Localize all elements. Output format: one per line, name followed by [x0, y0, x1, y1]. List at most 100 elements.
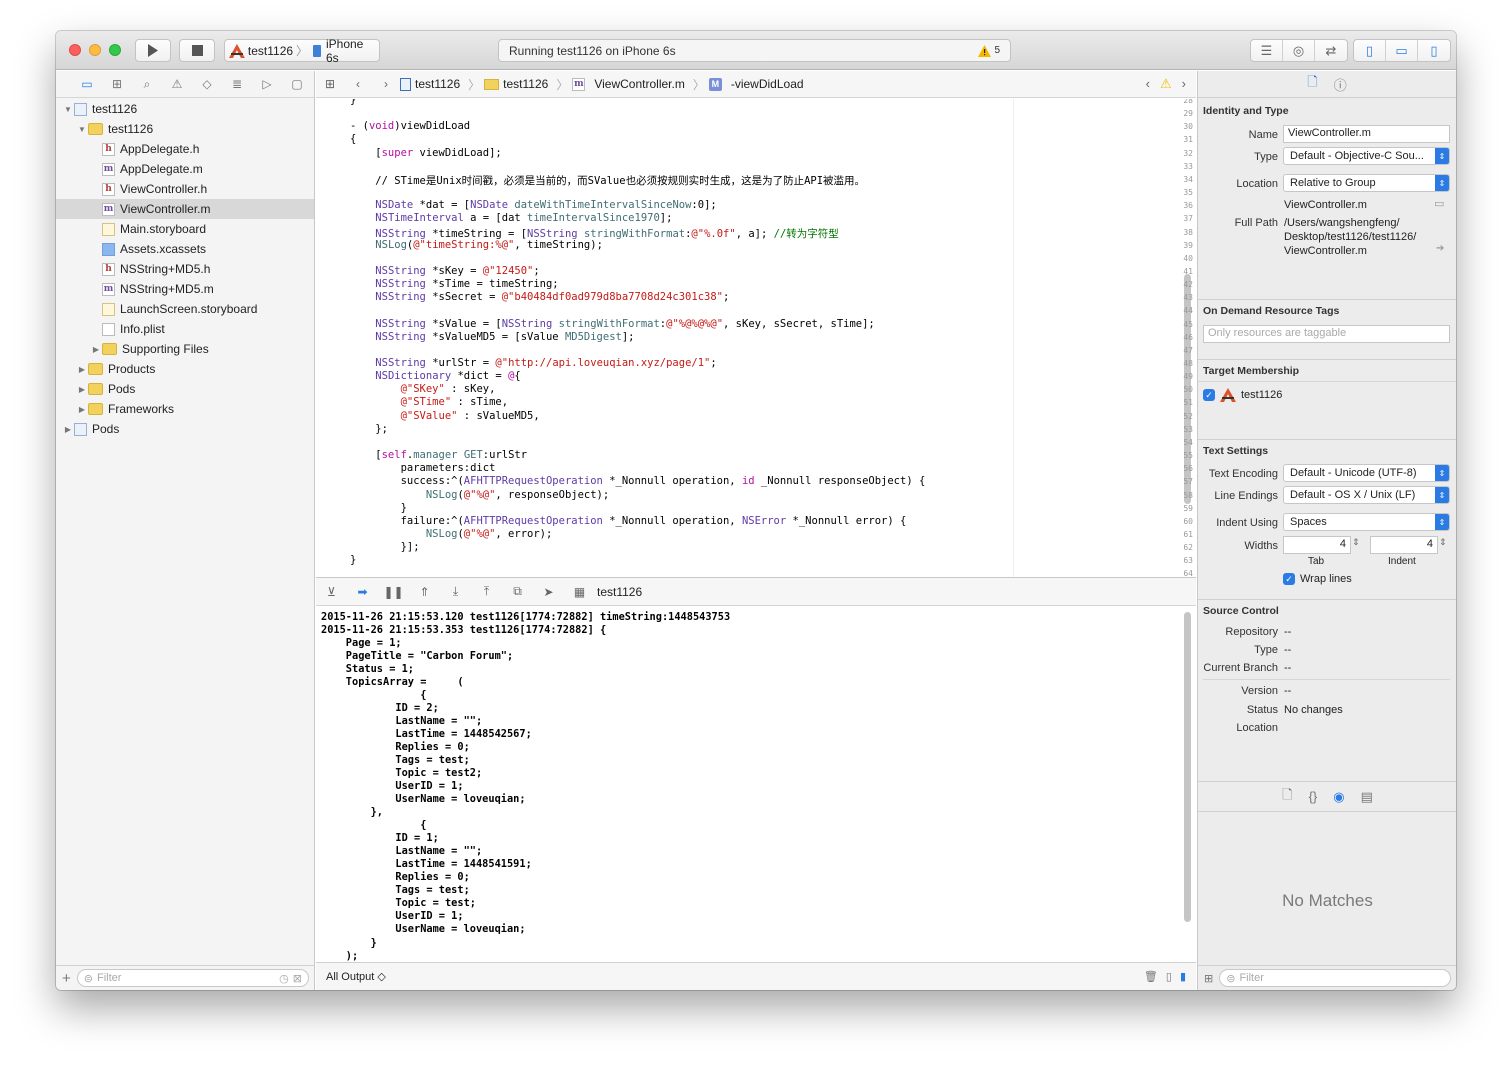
warning-icon[interactable]: ⚠	[1160, 76, 1172, 92]
file-tree-row[interactable]: Assets.xcassets	[56, 239, 314, 259]
indent-width-field[interactable]: 4	[1370, 536, 1438, 554]
grid-view-icon[interactable]: ⊞	[1204, 972, 1213, 985]
add-file-plus-icon[interactable]: +	[62, 970, 71, 987]
disclosure-open-icon[interactable]: ▼	[62, 105, 74, 114]
wrap-lines-row[interactable]: ✓ Wrap lines	[1283, 573, 1352, 585]
test-navigator-icon[interactable]: ◇	[192, 77, 222, 91]
trash-icon[interactable]: 🗑	[1144, 970, 1158, 983]
checkbox-checked-icon[interactable]: ✓	[1203, 389, 1215, 401]
console-output[interactable]: 2015-11-26 21:15:53.120 test1126[1774:72…	[316, 607, 1196, 962]
file-tree-row[interactable]: Info.plist	[56, 319, 314, 339]
file-tree-row[interactable]: ▼ test1126	[56, 99, 314, 119]
disclosure-closed-icon[interactable]: ▶	[76, 405, 88, 414]
breakpoint-navigator-icon[interactable]: ▷	[252, 77, 282, 91]
name-field[interactable]: ViewController.m	[1283, 125, 1450, 143]
file-tree-row[interactable]: ▶ Supporting Files	[56, 339, 314, 359]
toggle-debug-area-icon[interactable]: ▭	[1386, 40, 1418, 61]
toggle-navigator-icon[interactable]: ▯	[1354, 40, 1386, 61]
library-filter-field[interactable]: ⊜ Filter	[1219, 969, 1451, 987]
minimize-window-button[interactable]	[89, 44, 101, 56]
recent-files-clock-icon[interactable]: ◷	[279, 972, 289, 985]
pause-icon[interactable]: ❚❚	[378, 585, 409, 599]
code-snippet-library-icon[interactable]: {}	[1309, 789, 1318, 804]
warnings-indicator[interactable]: 5	[978, 44, 1000, 57]
file-tree-row[interactable]: LaunchScreen.storyboard	[56, 299, 314, 319]
tab-stepper-icon[interactable]: ⇕	[1352, 537, 1360, 548]
disclosure-closed-icon[interactable]: ▶	[62, 425, 74, 434]
type-popup[interactable]: Default - Objective-C Sou... ⇕	[1283, 147, 1450, 165]
file-tree-row[interactable]: ▶ Pods	[56, 419, 314, 439]
file-template-library-icon[interactable]: 🗋	[1282, 786, 1292, 808]
line-endings-popup[interactable]: Default - OS X / Unix (LF) ⇕	[1283, 486, 1450, 504]
file-tree-row[interactable]: h NSString+MD5.h	[56, 259, 314, 279]
variables-view-toggle-icon[interactable]: ▯	[1166, 970, 1172, 983]
symbol-navigator-icon[interactable]: ⊞	[102, 77, 132, 91]
file-tree-row[interactable]: h ViewController.h	[56, 179, 314, 199]
source-code-editor[interactable]: 28} 29 30 - (void)viewDidLoad 31 {32 [super v…	[316, 99, 1196, 577]
related-items-grid-icon[interactable]: ⊞	[316, 77, 344, 91]
indent-using-popup[interactable]: Spaces ⇕	[1283, 513, 1450, 531]
view-debugger-icon[interactable]: ⧉	[502, 584, 533, 599]
disclosure-closed-icon[interactable]: ▶	[76, 385, 88, 394]
file-tree-row[interactable]: ▶ Products	[56, 359, 314, 379]
debug-navigator-icon[interactable]: ≣	[222, 77, 252, 91]
report-navigator-icon[interactable]: ▢	[282, 77, 312, 91]
branch-label: Current Branch	[1203, 662, 1278, 674]
output-selector[interactable]: All Output ◇	[326, 970, 386, 983]
file-tree-row[interactable]: m NSString+MD5.m	[56, 279, 314, 299]
breadcrumb-group[interactable]: test1126	[484, 77, 548, 91]
file-tree-row[interactable]: Main.storyboard	[56, 219, 314, 239]
previous-issue-chevron-icon[interactable]: ‹	[1146, 76, 1150, 92]
toggle-utilities-icon[interactable]: ▯	[1418, 40, 1450, 61]
breakpoints-toggle-icon[interactable]: ➡	[347, 585, 378, 599]
object-library-icon[interactable]: ◉	[1333, 789, 1344, 805]
step-out-icon[interactable]: ⤒	[471, 584, 502, 599]
show-unsaved-icon[interactable]: ⊠	[293, 972, 302, 985]
standard-editor-icon[interactable]: ☰	[1251, 40, 1283, 61]
disclosure-closed-icon[interactable]: ▶	[76, 365, 88, 374]
file-inspector-icon[interactable]: 🗋	[1307, 73, 1317, 95]
resource-tags-field[interactable]: Only resources are taggable	[1203, 325, 1450, 343]
simulate-location-icon[interactable]: ➤	[533, 585, 564, 599]
step-into-icon[interactable]: ⤓	[440, 584, 471, 599]
breadcrumb-file[interactable]: m ViewController.m	[572, 77, 685, 91]
breadcrumb-project[interactable]: test1126	[400, 77, 460, 91]
version-editor-icon[interactable]: ⇄	[1315, 40, 1347, 61]
find-navigator-search-icon[interactable]: ⌕	[132, 77, 162, 92]
breadcrumb-method[interactable]: M -viewDidLoad	[708, 77, 804, 91]
location-popup[interactable]: Relative to Group ⇕	[1283, 174, 1450, 192]
assistant-editor-icon[interactable]: ◎	[1283, 40, 1315, 61]
checkbox-checked-icon[interactable]: ✓	[1283, 573, 1295, 585]
console-scrollbar[interactable]	[1184, 612, 1191, 922]
disclosure-closed-icon[interactable]: ▶	[90, 345, 102, 354]
go-forward-chevron-icon[interactable]: ›	[372, 77, 400, 91]
file-tree-row[interactable]: ▼ test1126	[56, 119, 314, 139]
stop-button[interactable]	[179, 39, 215, 62]
run-button[interactable]	[135, 39, 171, 62]
scheme-selector[interactable]: test1126 〉 iPhone 6s	[224, 37, 380, 65]
file-tree-row[interactable]: ▶ Frameworks	[56, 399, 314, 419]
file-tree-row[interactable]: m AppDelegate.m	[56, 159, 314, 179]
go-back-chevron-icon[interactable]: ‹	[344, 77, 372, 91]
tab-width-field[interactable]: 4	[1283, 536, 1351, 554]
media-library-icon[interactable]: ▤	[1361, 789, 1373, 805]
zoom-window-button[interactable]	[109, 44, 121, 56]
file-tree-row[interactable]: m ViewController.m	[56, 199, 314, 219]
navigator-filter-field[interactable]: ⊜ Filter ◷ ⊠	[76, 969, 309, 987]
indent-stepper-icon[interactable]: ⇕	[1439, 537, 1447, 548]
hide-debug-area-icon[interactable]: ⊻	[316, 585, 347, 599]
project-navigator-folder-icon[interactable]: ▭	[72, 77, 102, 91]
disclosure-open-icon[interactable]: ▼	[76, 125, 88, 134]
file-tree-row[interactable]: ▶ Pods	[56, 379, 314, 399]
quick-help-icon[interactable]: ⓘ	[1334, 75, 1347, 94]
issue-navigator-warning-icon[interactable]: ⚠	[162, 77, 192, 91]
target-row[interactable]: ✓ test1126	[1203, 388, 1282, 402]
console-view-toggle-icon[interactable]: ▮	[1180, 970, 1186, 983]
file-tree-row[interactable]: h AppDelegate.h	[56, 139, 314, 159]
encoding-popup[interactable]: Default - Unicode (UTF-8) ⇕	[1283, 464, 1450, 482]
step-over-icon[interactable]: ⇑	[409, 585, 440, 599]
close-window-button[interactable]	[69, 44, 81, 56]
reveal-in-finder-arrow-icon[interactable]: ➔	[1436, 243, 1444, 254]
choose-folder-icon[interactable]: ▭	[1434, 197, 1444, 210]
next-issue-chevron-icon[interactable]: ›	[1182, 76, 1186, 92]
